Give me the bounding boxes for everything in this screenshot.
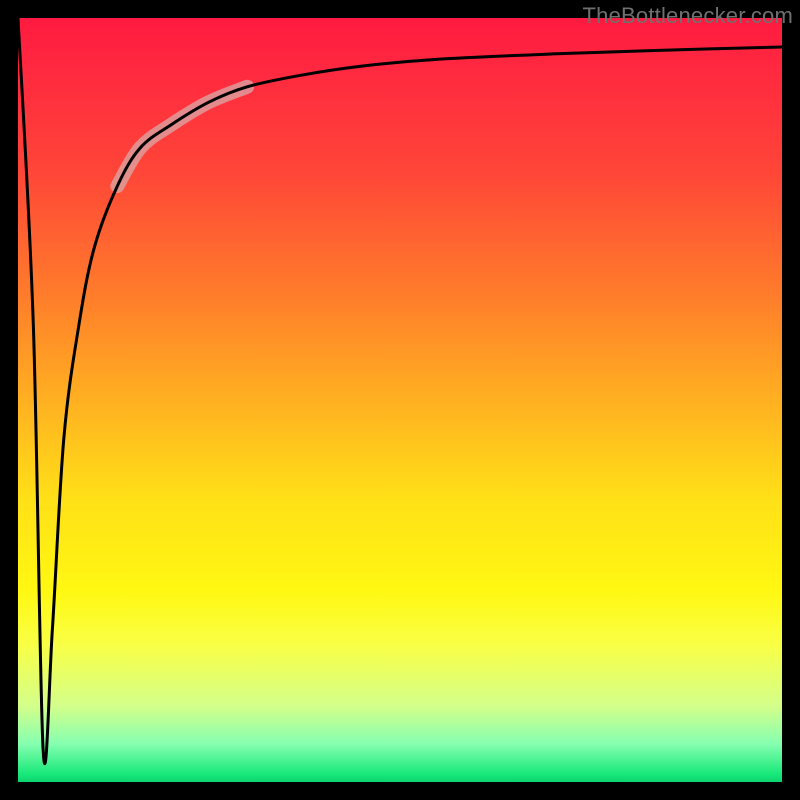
plot-area xyxy=(18,18,782,782)
curve-svg xyxy=(18,18,782,782)
highlight-segment xyxy=(117,87,247,186)
bottleneck-curve xyxy=(18,18,782,764)
watermark-text: TheBottlenecker.com xyxy=(583,3,793,29)
chart-canvas: TheBottlenecker.com xyxy=(0,0,800,800)
